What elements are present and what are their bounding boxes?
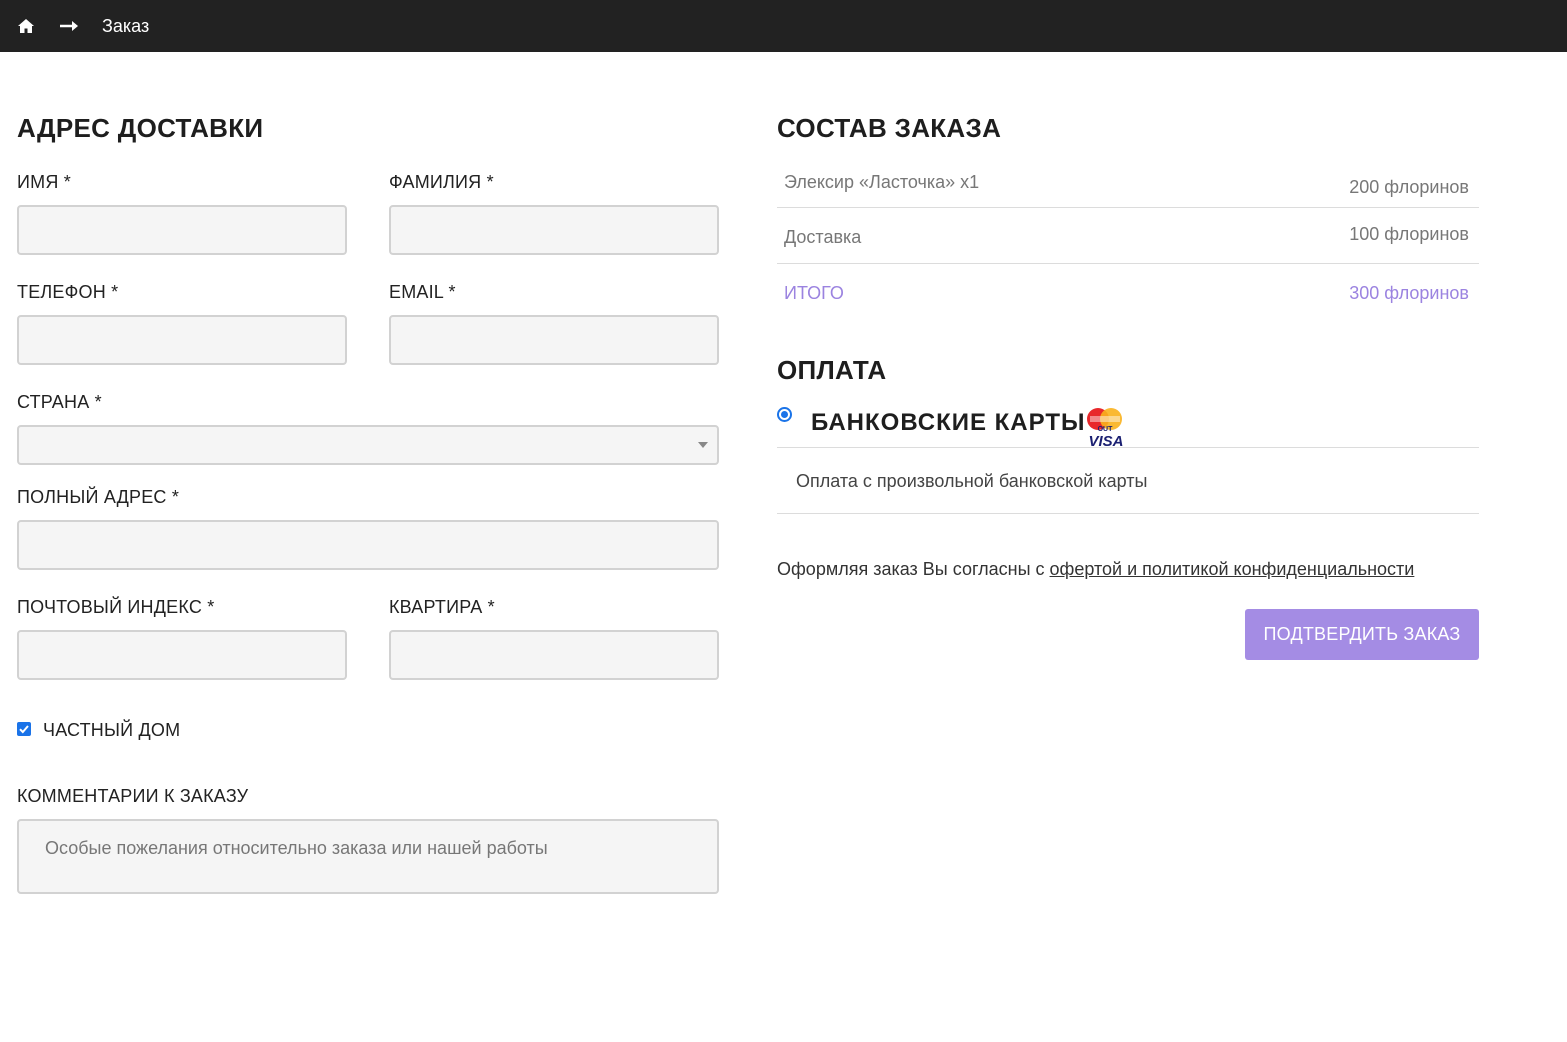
bank-cards-radio[interactable]	[777, 407, 792, 422]
first-name-input[interactable]	[17, 205, 347, 255]
svg-text:OUT: OUT	[1098, 426, 1114, 433]
order-item-name: Элексир «Ласточка» x1	[784, 172, 980, 192]
private-house-label[interactable]: ЧАСТНЫЙ ДОМ	[43, 719, 180, 741]
email-input[interactable]	[389, 315, 719, 365]
private-house-checkbox[interactable]	[17, 722, 31, 736]
email-label: EMAIL *	[389, 282, 456, 302]
total-price: 300 флоринов	[1349, 283, 1469, 303]
agreement-link[interactable]: офертой и политикой конфиденциальности	[1050, 559, 1415, 579]
home-icon[interactable]	[16, 16, 36, 36]
order-item-price: 200 флоринов	[1349, 177, 1469, 197]
delivery-name: Доставка	[784, 227, 862, 247]
apartment-input[interactable]	[389, 630, 719, 680]
payment-title: ОПЛАТА	[777, 355, 887, 385]
zip-label: ПОЧТОВЫЙ ИНДЕКС *	[17, 597, 215, 617]
delivery-price: 100 флоринов	[1349, 224, 1469, 244]
address-label: ПОЛНЫЙ АДРЕС *	[17, 487, 180, 507]
total-row: ИТОГО 300 флоринов	[777, 264, 1479, 320]
checkmark-icon	[19, 725, 29, 734]
payment-description-box: Оплата с произвольной банковской карты	[777, 447, 1479, 514]
delivery-row: Доставка 100 флоринов	[777, 208, 1479, 264]
last-name-input[interactable]	[389, 205, 719, 255]
comments-label: КОММЕНТАРИИ К ЗАКАЗУ	[17, 786, 249, 806]
total-label: ИТОГО	[784, 283, 844, 303]
bank-cards-label[interactable]: БАНКОВСКИЕ КАРТЫ	[811, 408, 1085, 438]
country-label: СТРАНА *	[17, 392, 102, 412]
breadcrumb-current: Заказ	[102, 16, 150, 36]
order-item-row: Элексир «Ласточка» x1 200 флоринов	[777, 160, 1479, 208]
comments-placeholder: Особые пожелания относительно заказа или…	[45, 838, 548, 858]
order-title: СОСТАВ ЗАКАЗА	[777, 113, 1002, 143]
payment-description: Оплата с произвольной банковской карты	[796, 471, 1148, 491]
phone-label: ТЕЛЕФОН *	[17, 282, 119, 302]
country-select[interactable]	[17, 425, 719, 465]
agreement-text: Оформляя заказ Вы согласны с офертой и п…	[777, 558, 1414, 580]
shipping-title: АДРЕС ДОСТАВКИ	[17, 113, 264, 143]
address-input[interactable]	[17, 520, 719, 570]
phone-input[interactable]	[17, 315, 347, 365]
comments-textarea[interactable]: Особые пожелания относительно заказа или…	[17, 819, 719, 894]
agreement-prefix: Оформляя заказ Вы согласны с	[777, 559, 1050, 579]
apartment-label: КВАРТИРА *	[389, 597, 495, 617]
last-name-label: ФАМИЛИЯ *	[389, 172, 494, 192]
confirm-order-button[interactable]: ПОДТВЕРДИТЬ ЗАКАЗ	[1245, 609, 1479, 660]
mastercard-visa-icon: OUT VISA	[1084, 405, 1128, 450]
zip-input[interactable]	[17, 630, 347, 680]
chevron-down-icon	[698, 442, 708, 448]
arrow-right-icon	[59, 16, 81, 36]
top-bar: Заказ	[0, 0, 1567, 52]
first-name-label: ИМЯ *	[17, 172, 71, 192]
